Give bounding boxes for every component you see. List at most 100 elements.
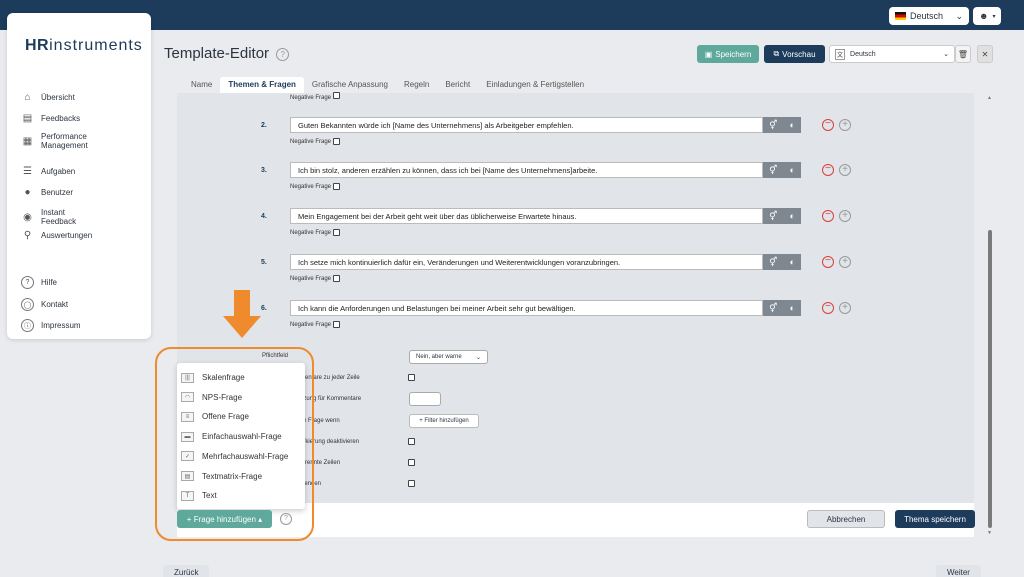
verwenden-checkbox[interactable]: [408, 480, 415, 487]
delete-language-button[interactable]: 🗑: [955, 45, 971, 63]
preview-button[interactable]: ⧉ Vorschau: [764, 45, 825, 63]
negative-checkbox[interactable]: [333, 183, 341, 190]
language-select[interactable]: 文 Deutsch ⌄: [829, 45, 955, 63]
add-question-icon[interactable]: +: [839, 164, 851, 176]
add-question-icon[interactable]: +: [839, 210, 851, 222]
negative-checkbox[interactable]: [333, 138, 341, 145]
negative-label: Negative Frage: [290, 138, 332, 145]
next-label: Weiter: [947, 568, 970, 577]
sidebar-item-auswertungen[interactable]: ⚲ Auswertungen: [21, 229, 92, 242]
markierung-checkbox[interactable]: [408, 438, 415, 445]
remove-question-icon[interactable]: −: [822, 302, 834, 314]
gender-icon[interactable]: ⚥: [769, 165, 777, 176]
tab-einladungen-fertigstellen[interactable]: Einladungen & Fertigstellen: [478, 77, 592, 93]
sidebar-item-impressum[interactable]: ⓘ Impressum: [21, 319, 81, 332]
remove-question-icon[interactable]: −: [822, 210, 834, 222]
negative-checkbox[interactable]: [333, 321, 341, 328]
question-text: Ich bin stolz, anderen erzählen zu könne…: [298, 165, 598, 175]
remove-question-icon[interactable]: −: [822, 256, 834, 268]
highlight-arrow-icon: [223, 290, 261, 338]
visibility-icon[interactable]: ◐: [789, 303, 794, 313]
negative-question: Negative Frage: [290, 275, 341, 282]
scroll-up-icon[interactable]: ▲: [987, 95, 992, 101]
sidebar-item-aufgaben[interactable]: ☰ Aufgaben: [21, 165, 75, 178]
language-dropdown[interactable]: Deutsch ⌄: [889, 7, 969, 25]
sidebar-item-kontakt[interactable]: ◯ Kontakt: [21, 298, 68, 311]
chevron-down-icon: ⌄: [943, 51, 949, 58]
tab-bericht[interactable]: Bericht: [437, 77, 478, 93]
negative-checkbox[interactable]: [333, 229, 341, 236]
back-button[interactable]: Zurück: [163, 565, 210, 577]
visibility-icon[interactable]: ◐: [789, 257, 794, 267]
add-filter-button[interactable]: + Filter hinzufügen: [409, 414, 479, 428]
flag-de-icon: [895, 12, 906, 20]
save-button[interactable]: ▣ Speichern: [697, 45, 759, 63]
question-text-input[interactable]: Mein Engagement bei der Arbeit geht weit…: [290, 208, 763, 224]
clipboard-icon: ▤: [22, 113, 33, 124]
close-button[interactable]: ✕: [977, 45, 993, 63]
gender-icon[interactable]: ⚥: [769, 120, 777, 131]
save-theme-button[interactable]: Thema speichern: [895, 510, 975, 528]
sidebar-item-label: Hilfe: [41, 278, 58, 287]
question-text: Guten Bekannten würde ich [Name des Unte…: [298, 120, 574, 130]
scroll-down-icon[interactable]: ▼: [987, 530, 992, 536]
help-icon[interactable]: ?: [276, 47, 290, 61]
save-label: Speichern: [715, 49, 752, 59]
negative-question: Negative Frage: [290, 229, 341, 236]
add-question-icon[interactable]: +: [839, 256, 851, 268]
question-number: 3.: [261, 167, 267, 174]
gender-icon[interactable]: ⚥: [769, 257, 777, 268]
chat-icon: ◉: [23, 211, 32, 223]
sidebar-item-performance-management[interactable]: ▦ Performance Management: [21, 132, 101, 150]
gender-icon[interactable]: ⚥: [769, 303, 777, 314]
zeilen-checkbox[interactable]: [408, 459, 415, 466]
pflichtfeld-value: Nein, aber warne: [416, 354, 462, 360]
visibility-icon[interactable]: ◐: [789, 165, 794, 175]
negative-question: Negative Frage: [290, 321, 341, 328]
negative-checkbox[interactable]: [333, 275, 341, 282]
save-theme-label: Thema speichern: [904, 514, 966, 524]
question-number: 4.: [261, 213, 267, 220]
kommentare-checkbox[interactable]: [408, 374, 415, 381]
sidebar-item-hilfe[interactable]: ? Hilfe: [21, 276, 57, 289]
tab-grafische-anpassung[interactable]: Grafische Anpassung: [304, 77, 396, 93]
sidebar-item-instant-feedback[interactable]: ◉ Instant Feedback: [21, 208, 101, 226]
remove-question-icon[interactable]: −: [822, 119, 834, 131]
question-text: Ich setze mich kontinuierlich dafür ein,…: [298, 257, 621, 267]
remove-question-icon[interactable]: −: [822, 164, 834, 176]
negative-question: Negative Frage: [290, 183, 341, 190]
tab-regeln[interactable]: Regeln: [396, 77, 437, 93]
negative-checkbox[interactable]: [332, 92, 340, 99]
negative-label: Negative Frage: [290, 321, 332, 328]
cancel-button[interactable]: Abbrechen: [807, 510, 885, 528]
question-row: 2. Guten Bekannten würde ich [Name des U…: [250, 117, 860, 157]
tab-name[interactable]: Name: [183, 77, 220, 93]
tab-themen-fragen[interactable]: Themen & Fragen: [220, 77, 304, 93]
sidebar-item-benutzer[interactable]: ● Benutzer: [21, 186, 73, 199]
gender-icon[interactable]: ⚥: [769, 211, 777, 222]
comment-limit-input[interactable]: [409, 392, 441, 406]
profile-menu[interactable]: ☻ ▾: [973, 7, 1001, 25]
pflichtfeld-select[interactable]: Nein, aber warne ⌄: [409, 350, 488, 364]
negative-question: Negative Frage: [290, 138, 341, 145]
next-button[interactable]: Weiter: [936, 565, 981, 577]
tab-bar: Name Themen & Fragen Grafische Anpassung Re…: [183, 77, 592, 93]
sidebar-item-label: Instant Feedback: [41, 208, 77, 226]
visibility-icon[interactable]: ◐: [789, 211, 794, 221]
sidebar-item-feedbacks[interactable]: ▤ Feedbacks: [21, 112, 80, 125]
sidebar-item-label: Performance Management: [41, 132, 88, 150]
question-text-input[interactable]: Ich setze mich kontinuierlich dafür ein,…: [290, 254, 763, 270]
question-text-input[interactable]: Ich bin stolz, anderen erzählen zu könne…: [290, 162, 763, 178]
question-row: 5. Ich setze mich kontinuierlich dafür e…: [250, 254, 860, 294]
question-options-group: ⚥ ◐: [763, 254, 801, 270]
sidebar-item-label: Auswertungen: [41, 231, 93, 240]
visibility-icon[interactable]: ◐: [789, 120, 794, 130]
sidebar-item-übersicht[interactable]: ⌂ Übersicht: [21, 91, 74, 104]
scrollbar-thumb[interactable]: [988, 230, 992, 528]
add-question-icon[interactable]: +: [839, 302, 851, 314]
question-text-input[interactable]: Guten Bekannten würde ich [Name des Unte…: [290, 117, 763, 133]
question-text-input[interactable]: Ich kann die Anforderungen und Belastung…: [290, 300, 763, 316]
add-question-icon[interactable]: +: [839, 119, 851, 131]
question-row: 4. Mein Engagement bei der Arbeit geht w…: [250, 208, 860, 248]
logo: HRinstruments: [25, 37, 143, 54]
